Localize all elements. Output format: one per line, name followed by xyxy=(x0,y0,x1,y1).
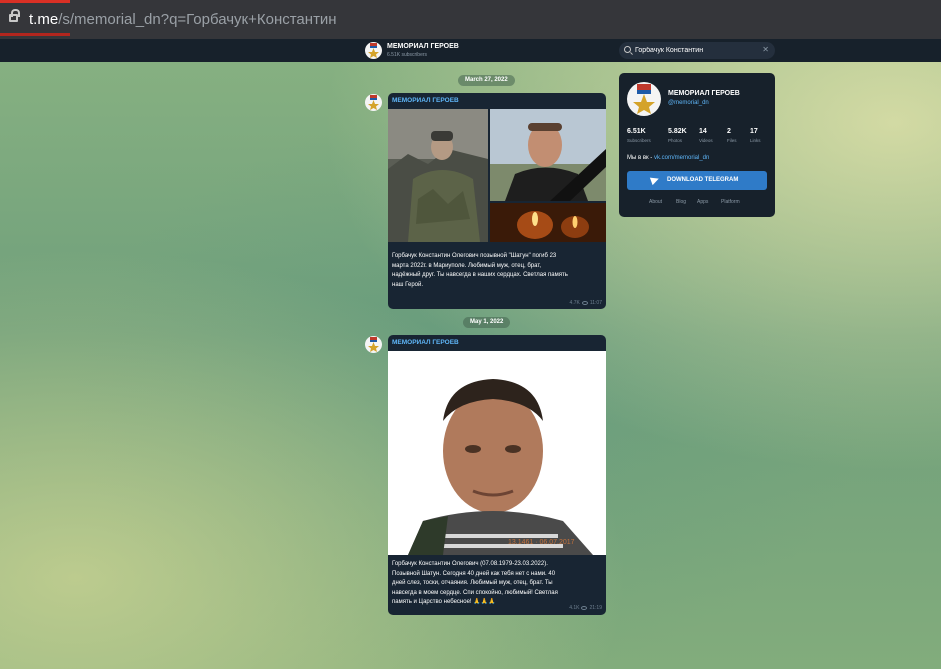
post-text: Горбачук Константин Олегович позывной "Ш… xyxy=(392,252,602,290)
post-avatar[interactable] xyxy=(365,336,382,353)
photo-stamp: 13.1461 · 06.07.2017 xyxy=(508,539,575,546)
stat-files[interactable]: 2 Files xyxy=(727,128,737,143)
post-photo[interactable] xyxy=(388,109,488,242)
download-telegram-button[interactable]: DOWNLOAD TELEGRAM xyxy=(627,171,767,190)
lock-icon[interactable] xyxy=(9,9,20,22)
channel-header: МЕМОРИАЛ ГЕРОЕВ 6.51K subscribers ✕ xyxy=(0,39,941,62)
date-separator: May 1, 2022 xyxy=(463,317,511,328)
channel-name: МЕМОРИАЛ ГЕРОЕВ xyxy=(668,90,740,97)
post-message[interactable]: МЕМОРИАЛ ГЕРОЕВ Горбачук Константин Олег… xyxy=(388,93,606,309)
footer-link-apps[interactable]: Apps xyxy=(697,199,708,205)
header-channel-title[interactable]: МЕМОРИАЛ ГЕРОЕВ xyxy=(387,43,459,50)
stat-value: 2 xyxy=(727,128,731,135)
stat-value: 17 xyxy=(750,128,758,135)
post-photo[interactable]: 13.1461 · 06.07.2017 xyxy=(388,351,606,555)
browser-address-bar: t.me/s/memorial_dn?q=Горбачук+Константин xyxy=(0,0,941,39)
download-button-label: DOWNLOAD TELEGRAM xyxy=(667,177,739,183)
post-text-line: Горбачук Константин Олегович позывной "Ш… xyxy=(392,253,557,259)
view-count: 4.1K xyxy=(569,605,580,611)
stat-links[interactable]: 17 Links xyxy=(750,128,761,143)
post-author[interactable]: МЕМОРИАЛ ГЕРОЕВ xyxy=(392,97,459,104)
vk-link[interactable]: vk.com/memorial_dn xyxy=(654,155,709,161)
stat-label: Videos xyxy=(699,138,713,143)
active-tab-indicator xyxy=(0,0,70,3)
post-text-line: надёжный друг. Ты навсегда в наших сердц… xyxy=(392,272,568,278)
stat-value: 5.82K xyxy=(668,128,687,135)
date-separator: March 27, 2022 xyxy=(458,75,515,86)
url-path: /s/memorial_dn?q=Горбачук+Константин xyxy=(58,11,337,28)
post-photo[interactable] xyxy=(490,203,606,242)
channel-description: Мы в вк - vk.com/memorial_dn xyxy=(627,155,709,161)
footer-link-blog[interactable]: Blog xyxy=(676,199,686,205)
post-message[interactable]: МЕМОРИАЛ ГЕРОЕВ 13.1461 · 06.07.2017 Гор… xyxy=(388,335,606,615)
post-text-line: навсегда в моем сердце. Спи спокойно, лю… xyxy=(392,589,558,596)
post-time[interactable]: 11:07 xyxy=(590,300,602,306)
post-time[interactable]: 21:19 xyxy=(589,605,602,611)
stat-label: Subscribers xyxy=(627,138,651,143)
post-text-line: дней слез, тоски, отчаяния. Любимый муж,… xyxy=(392,580,553,586)
stat-value: 6.51K xyxy=(627,128,646,135)
post-text: Горбачук Константин Олегович (07.08.1979… xyxy=(392,560,604,608)
clear-search-icon[interactable]: ✕ xyxy=(762,45,769,54)
stat-videos[interactable]: 14 Videos xyxy=(699,128,713,143)
channel-avatar[interactable] xyxy=(365,42,382,59)
description-text: Мы в вк - xyxy=(627,155,654,161)
channel-info-card: МЕМОРИАЛ ГЕРОЕВ @memorial_dn 6.51K Subsc… xyxy=(619,73,775,217)
header-subscriber-count: 6.51K subscribers xyxy=(387,52,428,58)
footer-link-platform[interactable]: Platform xyxy=(721,199,740,205)
stat-value: 14 xyxy=(699,128,707,135)
post-author[interactable]: МЕМОРИАЛ ГЕРОЕВ xyxy=(392,339,459,346)
post-photo[interactable] xyxy=(490,109,606,201)
post-text-line: наш Герой. xyxy=(392,281,424,288)
search-icon xyxy=(624,46,631,53)
eye-icon xyxy=(581,300,588,305)
channel-avatar-large[interactable] xyxy=(627,82,661,116)
post-text-line: Горбачук Константин Олегович (07.08.1979… xyxy=(392,561,548,567)
tab-underline xyxy=(0,33,70,36)
stat-subscribers[interactable]: 6.51K Subscribers xyxy=(627,128,651,143)
telegram-plane-icon xyxy=(649,174,661,186)
search-input[interactable] xyxy=(635,44,765,57)
search-box: ✕ xyxy=(619,42,775,59)
footer-link-about[interactable]: About xyxy=(649,199,662,205)
eye-icon xyxy=(581,605,588,610)
url-field[interactable]: t.me/s/memorial_dn?q=Горбачук+Константин xyxy=(29,11,337,28)
post-text-line: Позывной Шатун. Сегодня 40 дней как тебя… xyxy=(392,570,556,577)
stat-photos[interactable]: 5.82K Photos xyxy=(668,128,687,143)
post-avatar[interactable] xyxy=(365,94,382,111)
post-meta: 4.7K 11:07 xyxy=(570,300,602,306)
stat-label: Files xyxy=(727,138,737,143)
stat-label: Links xyxy=(750,138,761,143)
url-host: t.me xyxy=(29,11,59,28)
view-count: 4.7K xyxy=(569,300,580,306)
post-meta: 4.1K 21:19 xyxy=(569,605,602,611)
channel-username[interactable]: @memorial_dn xyxy=(668,100,709,106)
post-text-line: марта 2022г. в Мариуполе. Любимый муж, о… xyxy=(392,262,542,269)
stat-label: Photos xyxy=(668,138,683,143)
